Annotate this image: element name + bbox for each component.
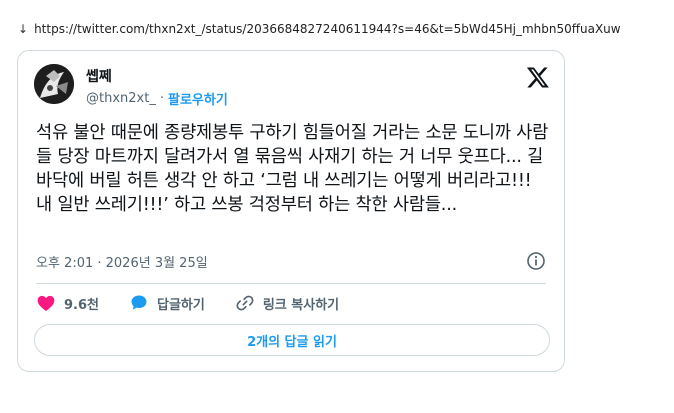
reply-label: 답글하기 [157, 297, 205, 313]
copy-link-label: 링크 복사하기 [262, 297, 340, 313]
reply-button[interactable]: 답글하기 [129, 293, 205, 313]
read-replies-button[interactable]: 2개의 답글 읽기 [34, 324, 550, 356]
follow-button[interactable]: 팔로우하기 [168, 89, 228, 108]
download-arrow-icon: ↓ [18, 22, 29, 36]
author-handle[interactable]: @thxn2xt_ [86, 91, 156, 106]
url-text[interactable]: https://twitter.com/thxn2xt_/status/2036… [34, 22, 621, 36]
reply-bubble-icon [131, 295, 147, 310]
x-logo-icon[interactable] [526, 65, 550, 89]
author-display-name[interactable]: 쎕쩨 [86, 66, 112, 86]
meta-separator: · [159, 91, 164, 106]
action-bar: 9.6천 답글하기 링크 복사하기 [36, 291, 339, 315]
copy-link-button[interactable]: 링크 복사하기 [235, 293, 339, 313]
heart-icon [37, 295, 55, 311]
tweet-timestamp[interactable]: 오후 2:01 · 2026년 3월 25일 [36, 252, 208, 271]
tweet-text: 석유 불안 때문에 종량제봉투 구하기 힘들어질 거라는 소문 도니까 사람들 … [36, 123, 549, 215]
divider [36, 283, 546, 284]
info-icon[interactable] [526, 251, 546, 271]
url-bar: ↓ https://twitter.com/thxn2xt_/status/20… [18, 22, 621, 36]
link-icon [236, 295, 254, 311]
embedded-tweet-card[interactable]: 쎕쩨 @thxn2xt_ · 팔로우하기 석유 불안 때문에 종량제봉투 구하기… [17, 50, 565, 372]
avatar[interactable] [34, 64, 74, 104]
like-count: 9.6천 [64, 297, 99, 313]
like-button[interactable]: 9.6천 [36, 293, 99, 313]
author-meta: @thxn2xt_ · 팔로우하기 [86, 89, 228, 108]
